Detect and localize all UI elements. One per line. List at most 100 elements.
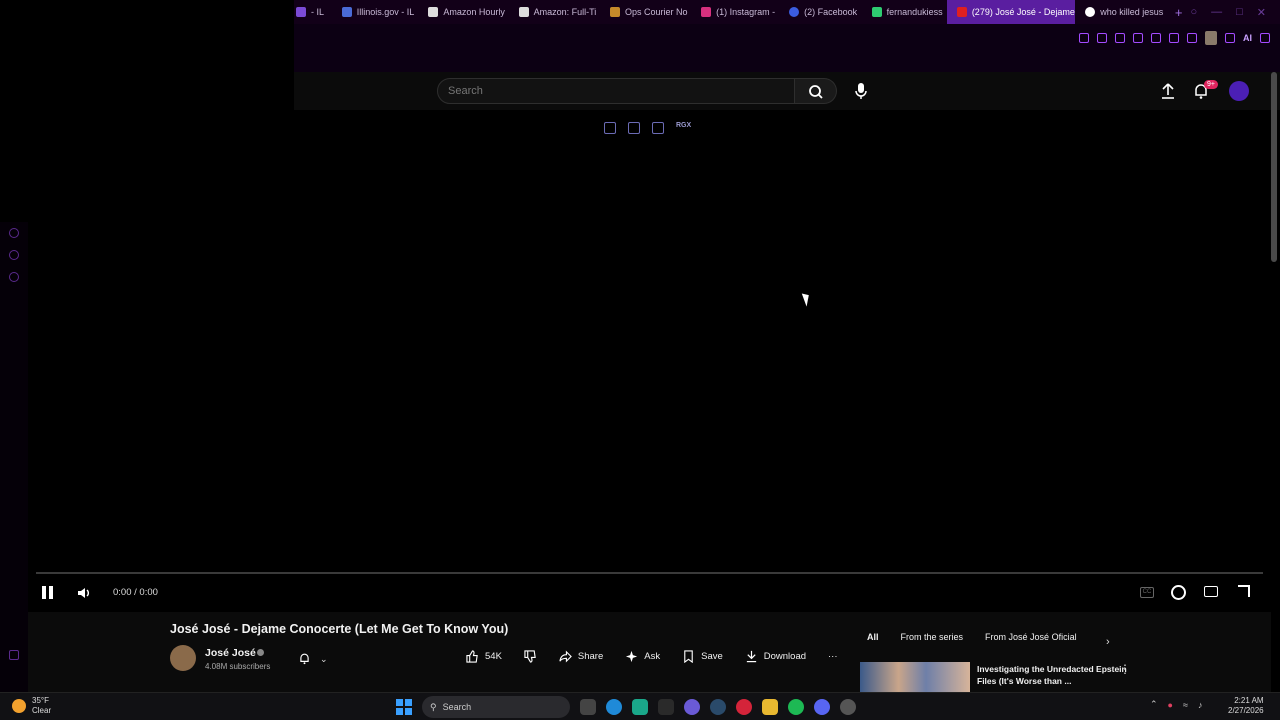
heart-icon[interactable] — [1151, 33, 1161, 43]
app-icon[interactable] — [632, 699, 648, 715]
channel-name[interactable]: José José — [205, 647, 256, 659]
rgx-button[interactable]: RGX — [676, 122, 691, 134]
taskbar-search[interactable]: ⚲ Search — [422, 696, 570, 718]
chip-from-channel[interactable]: From José José Oficial — [985, 632, 1077, 642]
tab-label: - IL — [311, 7, 325, 17]
subscribe-bell-icon[interactable] — [298, 652, 311, 665]
browser-tab[interactable]: (2) Facebook — [779, 0, 861, 24]
new-tab-button[interactable]: + — [1167, 5, 1191, 20]
extension-icons: AI — [1079, 31, 1270, 45]
volume-icon[interactable] — [76, 585, 92, 601]
skip-icon[interactable] — [652, 122, 664, 134]
more-actions-button[interactable]: ··· — [828, 651, 838, 662]
chat-icon[interactable] — [9, 250, 19, 260]
video-player[interactable]: RGX 0:00 / 0:00 CC — [28, 110, 1271, 610]
browser-tab-active[interactable]: (279) José José - Dejame — [946, 0, 1076, 24]
browser-tab[interactable]: Amazon Hourly — [418, 0, 508, 24]
weather-widget[interactable]: 35°F Clear — [12, 696, 51, 716]
extensions-icon[interactable] — [1187, 33, 1197, 43]
popout-icon[interactable] — [604, 122, 616, 134]
weather-text: 35°F Clear — [32, 696, 51, 716]
settings-icon[interactable] — [9, 272, 19, 282]
spotify-icon[interactable] — [788, 699, 804, 715]
channel-avatar[interactable] — [170, 645, 196, 671]
share-button[interactable]: Share — [559, 650, 603, 663]
settings-gear-icon[interactable] — [1171, 585, 1186, 600]
thumbs-up-icon — [466, 650, 478, 663]
taskbar-search-label: Search — [442, 702, 472, 712]
bookmark-icon — [684, 650, 693, 663]
captions-icon[interactable]: CC — [1140, 587, 1154, 598]
screenshot-icon[interactable] — [1097, 33, 1107, 43]
ai-button[interactable]: AI — [1243, 33, 1252, 43]
tab-favicon-icon — [428, 7, 439, 17]
menu-icon[interactable] — [1260, 33, 1270, 43]
browser-tab[interactable]: Illinois.gov - IL — [332, 0, 419, 24]
windows-start-icon[interactable] — [396, 699, 412, 715]
task-view-icon[interactable] — [580, 699, 596, 715]
wifi-icon[interactable]: ≈ — [1183, 700, 1188, 710]
twitch-icon[interactable] — [1169, 33, 1179, 43]
video-title: José José - Dejame Conocerte (Let Me Get… — [170, 622, 509, 636]
browser-tab[interactable]: who killed jesus — [1075, 0, 1167, 24]
related-video-thumbnail[interactable] — [860, 662, 970, 692]
profile-icon[interactable] — [1205, 31, 1217, 45]
search-field[interactable] — [437, 78, 795, 104]
app-icon[interactable] — [840, 699, 856, 715]
tab-label: (279) José José - Dejame — [971, 7, 1075, 17]
minimize-icon[interactable]: — — [1211, 6, 1222, 19]
browser-tab[interactable]: Ops Courier No — [600, 0, 691, 24]
progress-bar[interactable] — [36, 572, 1263, 574]
browser-tab[interactable]: fernandukiess — [862, 0, 947, 24]
login-icon[interactable] — [628, 122, 640, 134]
search-tabs-icon[interactable]: ○ — [1190, 6, 1197, 19]
related-video-title[interactable]: Investigating the Unredacted Epstein Fil… — [977, 663, 1137, 687]
pause-button[interactable] — [42, 586, 54, 599]
play-icon[interactable] — [1133, 33, 1143, 43]
shield-icon[interactable] — [1115, 33, 1125, 43]
upload-icon[interactable] — [1160, 82, 1176, 100]
microphone-icon[interactable] — [854, 82, 868, 100]
steam-icon[interactable] — [710, 699, 726, 715]
dislike-button[interactable] — [524, 650, 537, 663]
chip-from-series[interactable]: From the series — [901, 632, 964, 642]
epic-games-icon[interactable] — [658, 699, 674, 715]
theater-mode-icon[interactable] — [1204, 586, 1218, 597]
thumbs-down-icon — [524, 650, 536, 663]
ask-button[interactable]: Ask — [625, 650, 660, 663]
chevron-right-icon[interactable]: › — [1106, 636, 1110, 648]
file-explorer-icon[interactable] — [762, 699, 778, 715]
scrollbar[interactable] — [1271, 72, 1277, 262]
tab-favicon-icon — [871, 7, 882, 17]
download-icon[interactable] — [1225, 33, 1235, 43]
opera-gx-icon[interactable] — [736, 699, 752, 715]
download-button[interactable]: Download — [745, 650, 806, 663]
kebab-menu-icon[interactable]: ⋮ — [1119, 662, 1131, 676]
maximize-icon[interactable]: □ — [1236, 6, 1243, 19]
like-button[interactable]: 54K — [466, 650, 502, 663]
tab-favicon-icon — [1085, 7, 1096, 17]
search-input[interactable] — [438, 79, 794, 103]
chip-all[interactable]: All — [867, 632, 879, 642]
windows-taskbar: 35°F Clear ⚲ Search ⌃ ● ≈ ♪ 2:21 AM 2/27… — [0, 692, 1280, 720]
speaker-icon[interactable]: ♪ — [1198, 700, 1203, 710]
browser-tab[interactable]: (1) Instagram - — [691, 0, 779, 24]
microphone-icon[interactable]: ● — [1168, 700, 1173, 710]
fullscreen-icon[interactable] — [1238, 585, 1250, 597]
chevron-up-icon[interactable]: ⌃ — [1150, 699, 1158, 710]
save-button[interactable]: Save — [682, 650, 723, 663]
system-clock[interactable]: 2:21 AM 2/27/2026 — [1228, 696, 1264, 716]
close-icon[interactable]: ✕ — [1257, 6, 1266, 19]
avatar[interactable] — [1229, 81, 1249, 101]
bookmark-icon[interactable] — [1079, 33, 1089, 43]
history-icon[interactable] — [9, 228, 19, 238]
browser-tab[interactable]: Amazon: Full-Ti — [509, 0, 600, 24]
discord-icon[interactable] — [814, 699, 830, 715]
ask-label: Ask — [644, 651, 661, 662]
more-icon[interactable] — [9, 650, 19, 660]
copilot-icon[interactable] — [684, 699, 700, 715]
edge-icon[interactable] — [606, 699, 622, 715]
chevron-down-icon[interactable]: ⌄ — [320, 654, 328, 665]
taskbar-apps: ⚲ Search — [396, 696, 856, 718]
search-button[interactable] — [795, 78, 837, 104]
